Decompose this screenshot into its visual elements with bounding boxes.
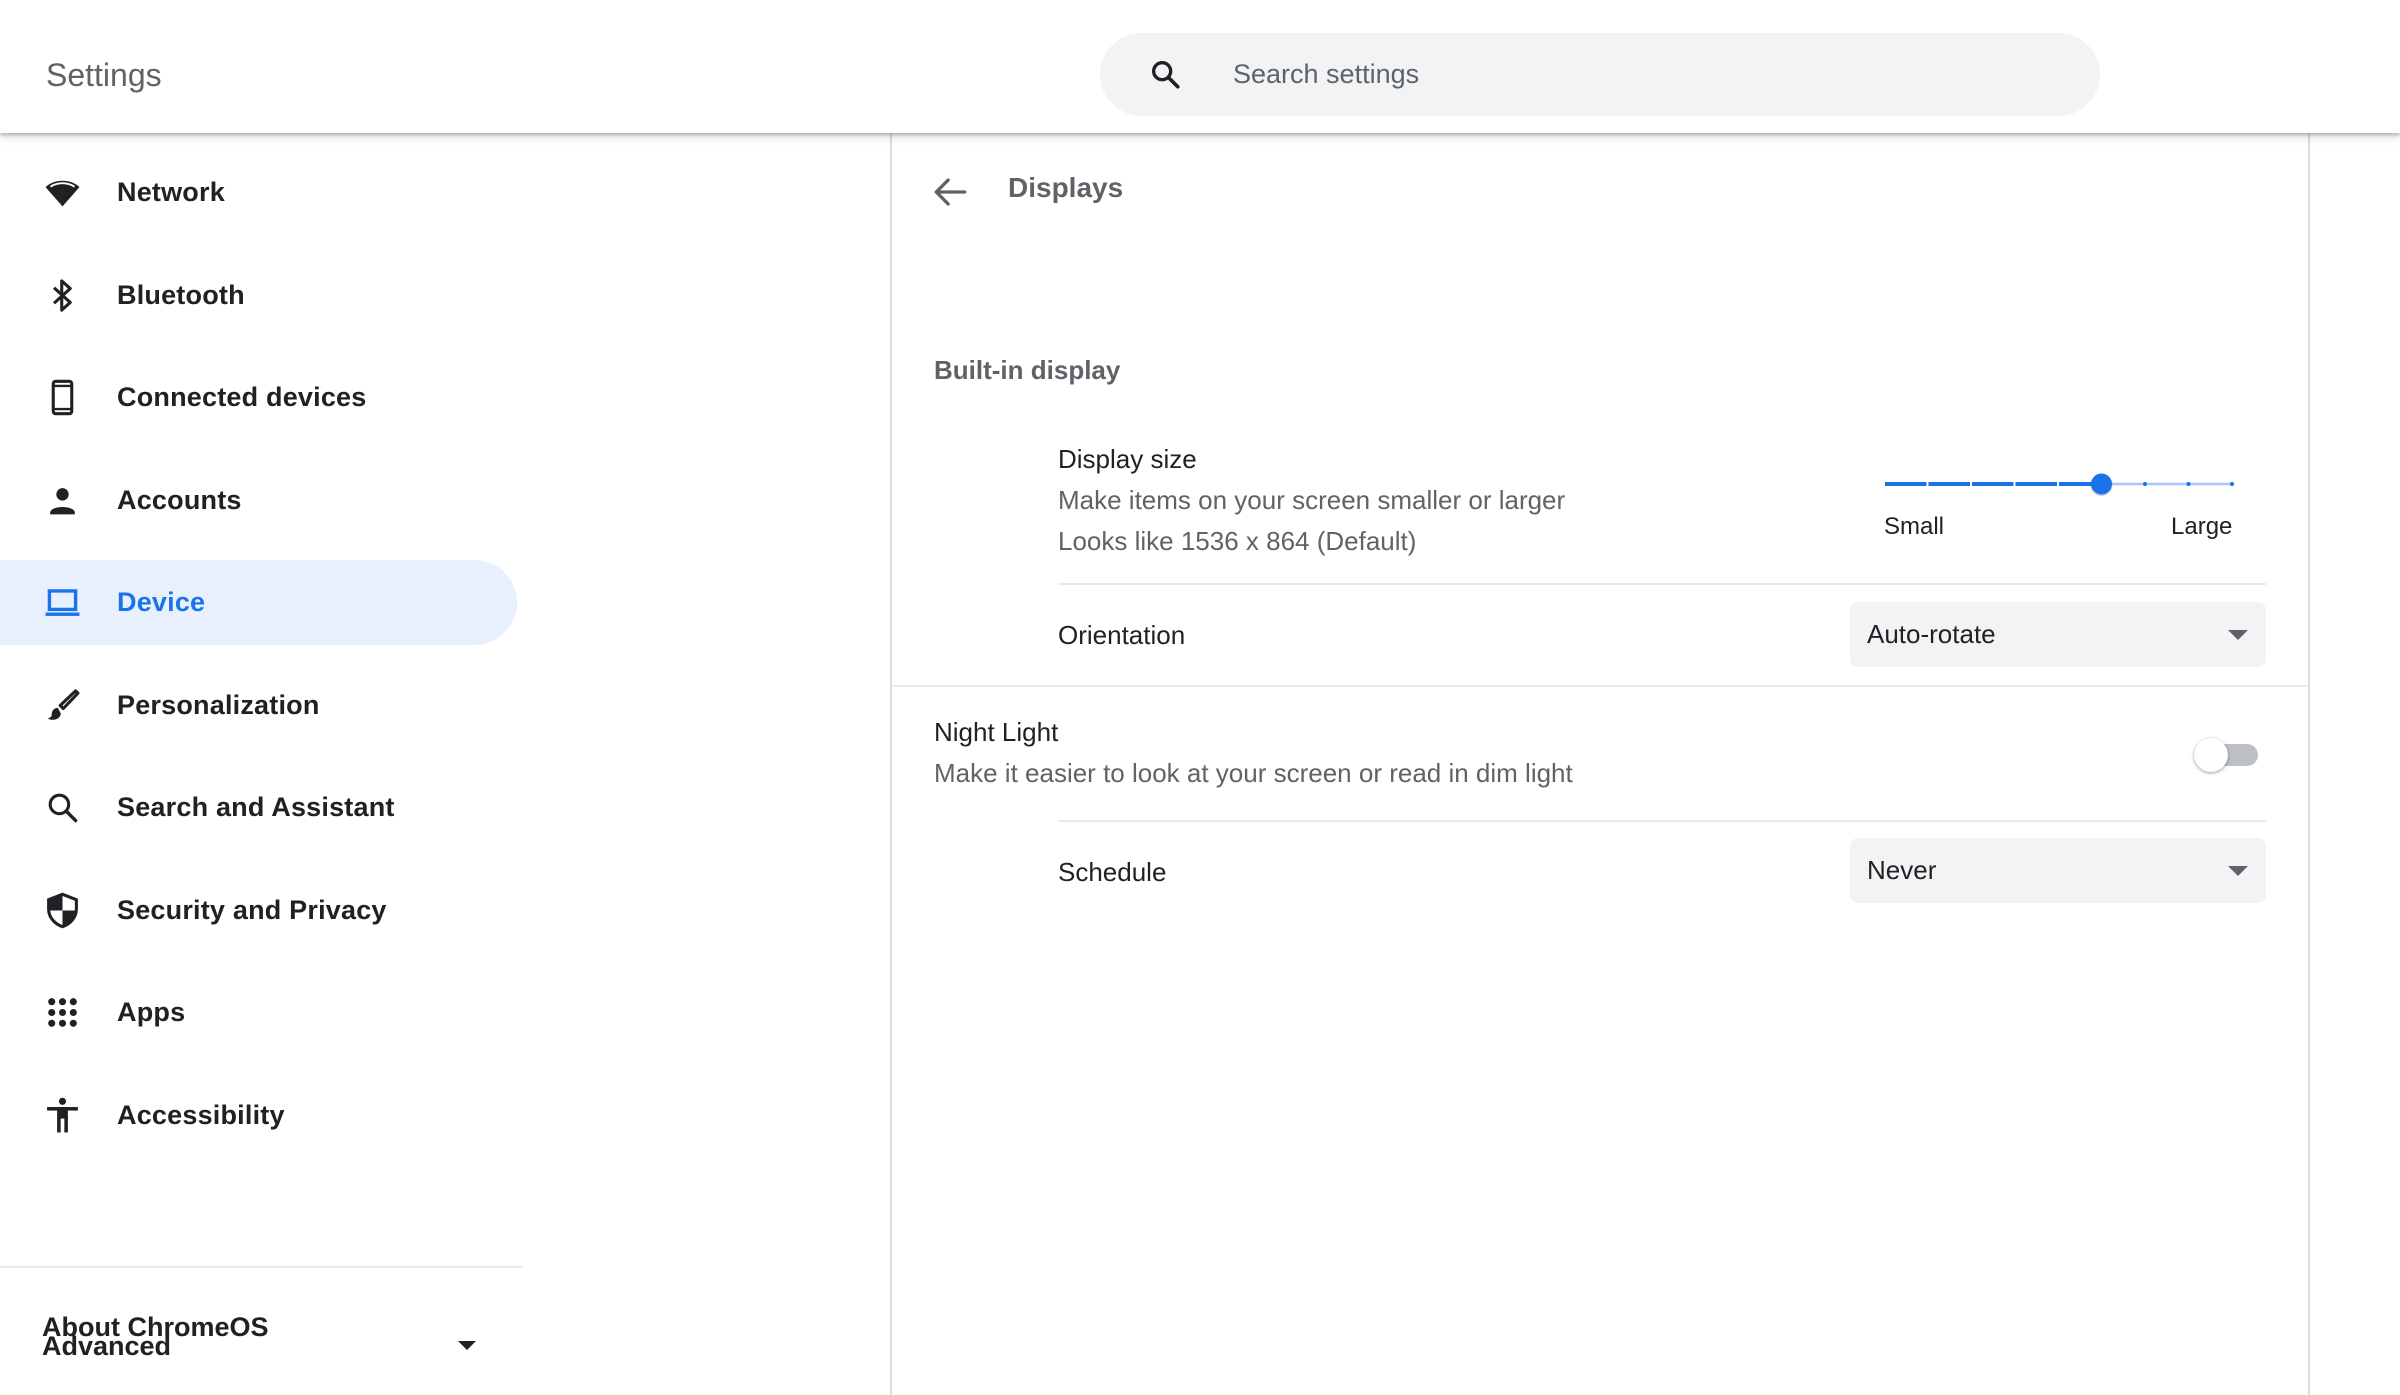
arrow-back-icon[interactable]	[928, 170, 972, 214]
app-title: Settings	[46, 57, 162, 93]
toggle-knob	[2194, 738, 2228, 772]
sidebar-item-network[interactable]: Network	[0, 150, 517, 235]
slider-tick	[1926, 482, 1929, 486]
display-size-label: Display size	[1058, 444, 1197, 474]
dropdown-arrow-icon	[2228, 630, 2248, 640]
sidebar-item-label: Network	[117, 177, 225, 207]
sidebar-item-label: Security and Privacy	[117, 895, 387, 925]
sidebar-item-label: Bluetooth	[117, 280, 245, 310]
sidebar-item-label: Apps	[117, 997, 186, 1027]
slider-tick	[1883, 482, 1885, 486]
built-in-display-heading: Built-in display	[934, 355, 1121, 385]
slider-tick	[2013, 482, 2016, 486]
slider-tick	[2186, 482, 2191, 486]
sidebar-item-security-and-privacy[interactable]: Security and Privacy	[0, 868, 517, 953]
search-input[interactable]	[1233, 52, 2053, 96]
person-icon	[50, 488, 75, 515]
sidebar-item-label: Device	[117, 587, 206, 617]
sidebar-item-search-and-assistant[interactable]: Search and Assistant	[0, 765, 517, 850]
sidebar-item-label: Accessibility	[117, 1100, 285, 1130]
sidebar-item-apps[interactable]: Apps	[0, 970, 517, 1055]
sidebar-nav: Network Bluetooth Connected devices Acco…	[0, 133, 540, 1395]
about-chromeos-link[interactable]: About ChromeOS	[42, 1311, 269, 1344]
apps-grid-icon	[48, 998, 77, 1027]
wifi-icon	[45, 180, 80, 207]
night-light-label: Night Light	[934, 717, 1059, 747]
display-size-slider[interactable]	[1872, 466, 2244, 502]
caret-down-icon	[458, 1341, 476, 1350]
schedule-label: Schedule	[1058, 857, 1167, 887]
night-light-toggle[interactable]	[2194, 738, 2262, 772]
orientation-dropdown[interactable]: Auto-rotate	[1850, 602, 2266, 667]
schedule-selected-value: Never	[1867, 855, 1937, 885]
display-size-description: Make items on your screen smaller or lar…	[1058, 485, 1566, 515]
sidebar-divider	[0, 1266, 523, 1268]
slider-max-label: Large	[2171, 513, 2233, 540]
accessibility-icon	[47, 1097, 78, 1133]
phone-icon	[51, 379, 74, 416]
sidebar-item-connected-devices[interactable]: Connected devices	[0, 355, 517, 440]
slider-tick	[1970, 482, 1972, 486]
night-light-description: Make it easier to look at your screen or…	[934, 758, 1573, 788]
sidebar-item-label: Personalization	[117, 690, 320, 720]
orientation-label: Orientation	[1058, 620, 1186, 650]
sidebar-item-personalization[interactable]: Personalization	[0, 663, 517, 748]
row-divider	[1058, 820, 2266, 822]
page-title: Displays	[1008, 172, 1124, 203]
sidebar-item-accessibility[interactable]: Accessibility	[0, 1073, 517, 1158]
slider-tick	[2230, 482, 2234, 486]
orientation-selected-value: Auto-rotate	[1867, 619, 1996, 649]
row-divider	[1058, 583, 2266, 585]
paintbrush-icon	[47, 689, 80, 720]
sidebar-item-device[interactable]: Device	[0, 560, 517, 645]
slider-tick	[2057, 482, 2059, 486]
bluetooth-icon	[52, 279, 72, 312]
display-size-resolution: Looks like 1536 x 864 (Default)	[1058, 526, 1417, 556]
search-icon	[48, 793, 78, 823]
slider-tick	[2143, 482, 2147, 486]
search-icon[interactable]	[1148, 57, 1182, 91]
top-bar: Settings	[0, 0, 2400, 133]
schedule-dropdown[interactable]: Never	[1850, 838, 2266, 903]
sidebar-item-label: Connected devices	[117, 382, 367, 412]
sidebar-item-label: Search and Assistant	[117, 792, 395, 822]
sidebar-item-label: Accounts	[117, 485, 242, 515]
section-divider	[892, 685, 2308, 687]
laptop-icon	[45, 589, 80, 616]
shield-icon	[47, 892, 78, 929]
slider-min-label: Small	[1884, 513, 1945, 540]
dropdown-arrow-icon	[2228, 866, 2248, 876]
slider-knob[interactable]	[2091, 473, 2112, 495]
sidebar-item-accounts[interactable]: Accounts	[0, 458, 517, 543]
sidebar-item-bluetooth[interactable]: Bluetooth	[0, 253, 517, 338]
